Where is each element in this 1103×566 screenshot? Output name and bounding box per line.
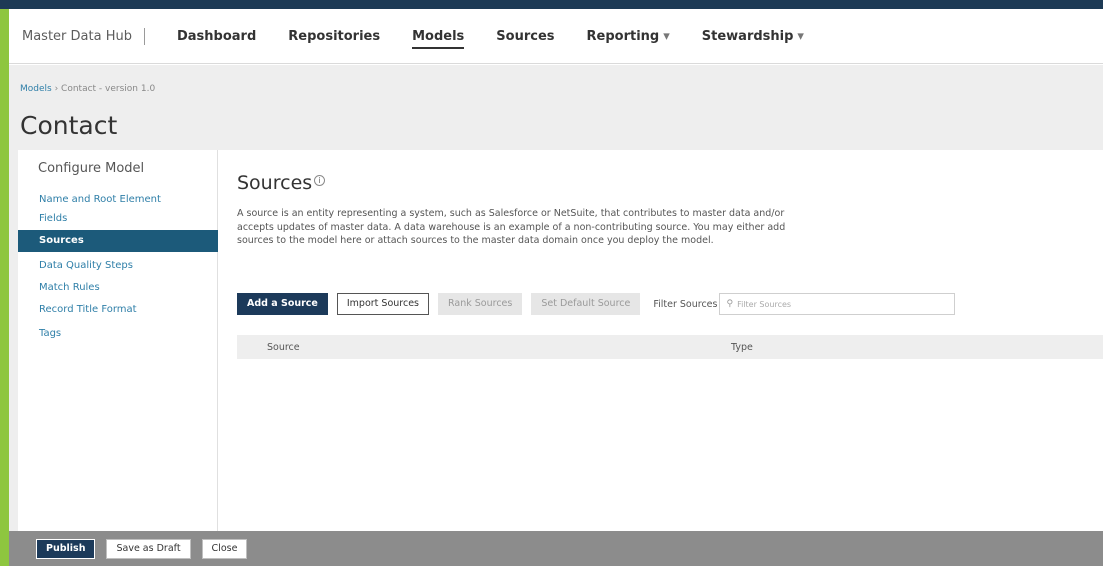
top-strip (0, 0, 1103, 9)
page-title: Contact (20, 111, 118, 140)
nav-sources[interactable]: Sources (496, 28, 554, 45)
sources-toolbar: Add a Source Import Sources Rank Sources… (237, 292, 956, 316)
section-title: Sources i (237, 172, 326, 194)
main-content: Sources i A source is an entity represent… (219, 150, 1103, 531)
sidebar-item-data-quality-steps[interactable]: Data Quality Steps (18, 255, 218, 277)
search-icon: ⚲ (726, 299, 734, 309)
close-button[interactable]: Close (201, 538, 248, 559)
sidebar-item-fields[interactable]: Fields (18, 208, 218, 230)
nav-stewardship-label: Stewardship (701, 28, 794, 44)
top-navbar: Master Data Hub Dashboard Repositories M… (9, 9, 1103, 64)
column-header-source[interactable]: Source (267, 342, 300, 353)
nav-repositories[interactable]: Repositories (288, 28, 380, 45)
sidebar-title: Configure Model (38, 161, 145, 176)
filter-sources-input[interactable] (737, 299, 938, 309)
add-source-button[interactable]: Add a Source (237, 293, 328, 315)
rank-sources-button: Rank Sources (438, 293, 523, 315)
sidebar-item-match-rules[interactable]: Match Rules (18, 277, 218, 299)
sidebar-item-sources[interactable]: Sources (18, 230, 218, 252)
nav-models[interactable]: Models (412, 28, 465, 49)
filter-sources-box[interactable]: ⚲ (719, 293, 956, 315)
nav-dashboard[interactable]: Dashboard (177, 28, 256, 45)
app-window: Master Data Hub Dashboard Repositories M… (0, 0, 1103, 566)
publish-button[interactable]: Publish (36, 538, 96, 559)
save-as-draft-button[interactable]: Save as Draft (106, 538, 191, 559)
nav-reporting-label: Reporting (586, 28, 660, 44)
info-icon[interactable]: i (314, 175, 326, 186)
brand-name[interactable]: Master Data Hub (22, 27, 145, 45)
chevron-down-icon: ▾ (663, 28, 670, 44)
footer-action-bar: Publish Save as Draft Close (9, 531, 1103, 566)
section-description: A source is an entity representing a sys… (237, 208, 786, 246)
nav-reporting[interactable]: Reporting ▾ (587, 28, 670, 45)
filter-sources-label: Filter Sources (653, 298, 718, 310)
breadcrumb: Models › Contact - version 1.0 (20, 84, 155, 94)
page-header: Models › Contact - version 1.0 Contact (9, 65, 1103, 150)
sources-table-header: Source Type (237, 335, 1103, 359)
chevron-down-icon: ▾ (797, 28, 804, 44)
accent-bar (0, 9, 9, 566)
sidebar-item-tags[interactable]: Tags (18, 323, 218, 345)
section-title-text: Sources (237, 172, 313, 194)
breadcrumb-current: Contact - version 1.0 (61, 84, 156, 94)
breadcrumb-models-link[interactable]: Models (20, 84, 52, 94)
import-sources-button[interactable]: Import Sources (336, 293, 430, 315)
column-header-type[interactable]: Type (731, 342, 753, 353)
content-gutter (9, 150, 18, 531)
breadcrumb-separator: › (51, 84, 62, 94)
nav-stewardship[interactable]: Stewardship ▾ (702, 28, 804, 45)
configure-model-sidebar: Configure Model Name and Root Element Fi… (18, 150, 218, 531)
sidebar-item-record-title-format[interactable]: Record Title Format (18, 299, 218, 321)
set-default-source-button: Set Default Source (531, 293, 641, 315)
